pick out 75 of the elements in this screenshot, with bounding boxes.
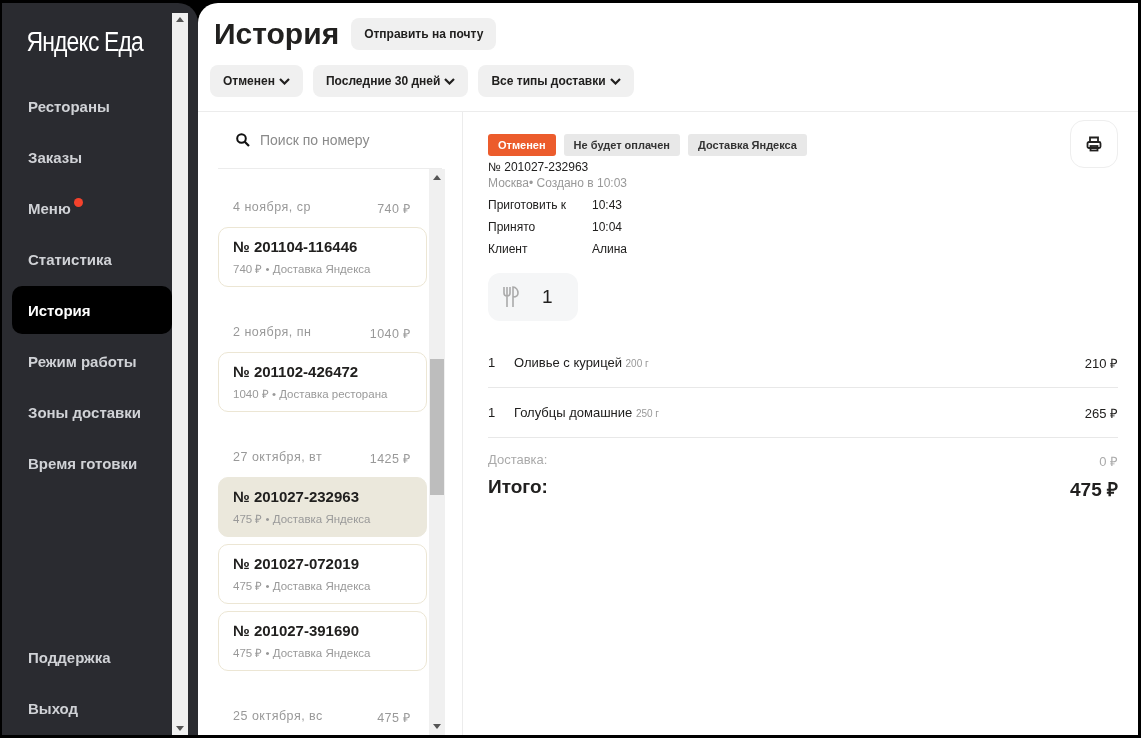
scroll-up-arrow-icon[interactable] [433,175,441,180]
status-badge: Отменен [488,134,556,156]
scroll-down-arrow-icon[interactable] [176,726,184,731]
order-card[interactable]: № 201027-072019 475 ₽ • Доставка Яндекса [218,544,427,604]
nav-item[interactable]: Рестораны [12,82,172,130]
scrollbar-thumb[interactable] [430,359,444,495]
group-total: 740 ₽ [377,201,411,217]
order-summary: 475 ₽ • Доставка Яндекса [233,579,372,594]
item-price: 210 ₽ [1084,354,1118,372]
item-name: Голубцы домашние 250 г [514,405,661,420]
total-price: 475 ₽ [1070,478,1118,502]
delivery-label: Доставка: [488,452,548,469]
nav-item[interactable]: Заказы [12,133,172,181]
nav-item[interactable]: Режим работы [12,337,172,385]
order-card[interactable]: № 201104-116446 740 ₽ • Доставка Яндекса [218,227,427,287]
nav-item[interactable]: История [12,286,172,334]
info-tag: Не будет оплачен [563,134,680,156]
total-label: Итого: [488,476,548,499]
scroll-down-arrow-icon[interactable] [433,724,441,729]
nav-item[interactable]: Зоны доставки [12,388,172,436]
chevron-down-icon [444,77,456,85]
order-number: № 201027-391690 [233,622,360,639]
search-icon [236,133,250,147]
order-number: № 201027-232963 [233,488,360,505]
field-label: Принято [488,220,537,234]
fork-knife-icon [502,286,520,308]
group-date: 25 октября, вс [233,709,323,725]
order-number: № 201102-426472 [233,363,360,380]
group-total: 1425 ₽ [369,451,411,467]
order-summary: 1040 ₽ • Доставка ресторана [233,387,389,402]
order-number: № 201104-116446 [233,238,359,255]
field-label: Приготовить к [488,198,567,212]
order-card[interactable]: № 201027-232963 475 ₽ • Доставка Яндекса [218,477,427,537]
order-meta: Москва• Создано в 10:03 [488,176,628,190]
group-total: 475 ₽ [377,710,411,726]
filter-dropdown[interactable]: Последние 30 дней [312,65,469,97]
item-name: Оливье с курицей 200 г [514,355,650,370]
order-number: № 201027-072019 [233,555,360,572]
group-date: 4 ноября, ср [233,200,311,216]
field-value: 10:43 [592,198,624,212]
nav-item[interactable]: Меню [12,184,172,232]
order-summary: 740 ₽ • Доставка Яндекса [233,262,372,277]
nav-item[interactable]: Статистика [12,235,172,283]
chevron-down-icon [278,77,290,85]
info-tag: Доставка Яндекса [687,134,807,156]
group-total: 1040 ₽ [369,326,411,342]
cutlery-count: 1 [542,286,553,308]
delivery-price: 0 ₽ [1099,453,1118,470]
scrollbar[interactable] [429,169,445,735]
page-title: История [214,17,340,51]
order-number: № 201027-232963 [488,160,590,174]
group-date: 2 ноября, пн [233,325,312,341]
nav-item[interactable]: Поддержка [12,633,172,681]
scroll-up-arrow-icon[interactable] [176,17,184,22]
item-quantity: 1 [488,355,497,370]
filter-dropdown[interactable]: Отменен [210,65,303,97]
nav-item[interactable]: Время готовки [12,439,172,487]
print-icon [1086,136,1102,152]
nav-item[interactable]: Выход [12,684,172,732]
print-button[interactable] [1070,120,1118,168]
field-value: Алина [592,242,628,256]
scrollbar[interactable] [172,13,188,735]
order-card[interactable]: № 201027-391690 475 ₽ • Доставка Яндекса [218,611,427,671]
group-date: 27 октября, вт [233,450,323,466]
chevron-down-icon [609,77,621,85]
send-email-button[interactable]: Отправить на почту [351,18,497,50]
item-price: 265 ₽ [1084,404,1118,422]
logo[interactable]: Яндекс Еда [12,25,148,82]
order-summary: 475 ₽ • Доставка Яндекса [233,512,372,527]
order-summary: 475 ₽ • Доставка Яндекса [233,646,372,661]
filter-dropdown[interactable]: Все типы доставки [478,65,634,97]
item-quantity: 1 [488,405,497,420]
field-value: 10:04 [592,220,624,234]
field-label: Клиент [488,242,529,256]
order-card[interactable]: № 201102-426472 1040 ₽ • Доставка ресторана [218,352,427,412]
